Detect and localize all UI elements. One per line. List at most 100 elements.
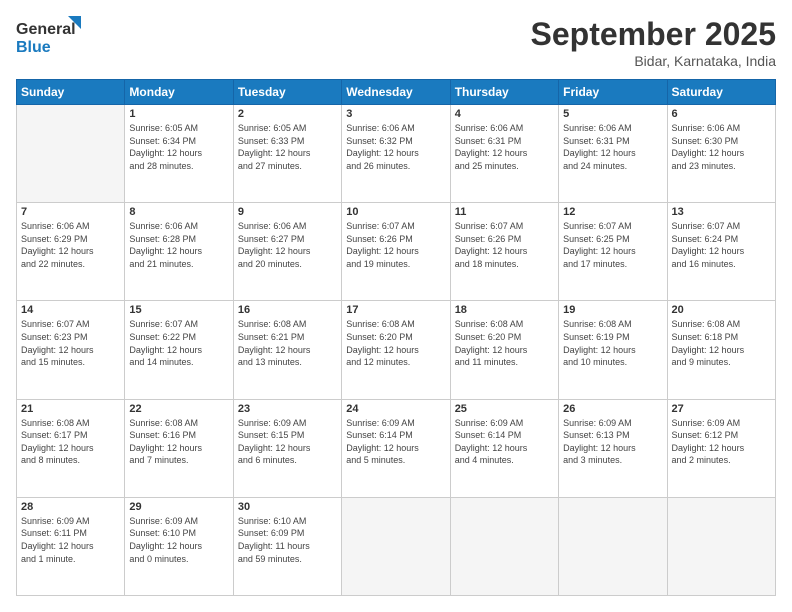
day-number: 1 [129,108,228,120]
day-info: Sunrise: 6:06 AM Sunset: 6:29 PM Dayligh… [21,220,120,270]
calendar-cell: 21 Sunrise: 6:08 AM Sunset: 6:17 PM Dayli… [17,399,125,497]
day-number: 15 [129,304,228,316]
day-info: Sunrise: 6:06 AM Sunset: 6:30 PM Dayligh… [672,122,771,172]
day-number: 20 [672,304,771,316]
calendar-cell [559,497,667,595]
weekday-header: Friday [559,80,667,105]
weekday-header: Monday [125,80,233,105]
calendar-cell: 25Sunrise: 6:09 AM Sunset: 6:14 PM Dayli… [450,399,558,497]
calendar-cell: 12Sunrise: 6:07 AM Sunset: 6:25 PM Dayli… [559,203,667,301]
day-info: Sunrise: 6:06 AM Sunset: 6:28 PM Dayligh… [129,220,228,270]
calendar-cell: 27Sunrise: 6:09 AM Sunset: 6:12 PM Dayli… [667,399,775,497]
day-info: Sunrise: 6:08 AM Sunset: 6:17 PM Dayligh… [21,417,120,467]
day-info: Sunrise: 6:06 AM Sunset: 6:32 PM Dayligh… [346,122,445,172]
calendar-header-row: SundayMondayTuesdayWednesdayThursdayFrid… [17,80,776,105]
day-number: 7 [21,206,120,218]
calendar-cell: 18 Sunrise: 6:08 AM Sunset: 6:20 PM Dayli… [450,301,558,399]
calendar-cell: 9 Sunrise: 6:06 AM Sunset: 6:27 PM Daylig… [233,203,341,301]
day-info: Sunrise: 6:06 AM Sunset: 6:31 PM Dayligh… [563,122,662,172]
day-number: 16 [238,304,337,316]
weekday-header: Thursday [450,80,558,105]
day-info: Sunrise: 6:08 AM Sunset: 6:20 PM Dayligh… [455,318,554,368]
day-info: Sunrise: 6:09 AM Sunset: 6:15 PM Dayligh… [238,417,337,467]
calendar-week-row: 28Sunrise: 6:09 AM Sunset: 6:11 PM Dayli… [17,497,776,595]
calendar-week-row: 21 Sunrise: 6:08 AM Sunset: 6:17 PM Dayli… [17,399,776,497]
day-info: Sunrise: 6:05 AM Sunset: 6:34 PM Dayligh… [129,122,228,172]
calendar-cell: 22 Sunrise: 6:08 AM Sunset: 6:16 PM Dayli… [125,399,233,497]
calendar-cell: 7 Sunrise: 6:06 AM Sunset: 6:29 PM Daylig… [17,203,125,301]
day-info: Sunrise: 6:08 AM Sunset: 6:19 PM Dayligh… [563,318,662,368]
title-block: September 2025 Bidar, Karnataka, India [531,16,776,69]
calendar-cell: 14 Sunrise: 6:07 AM Sunset: 6:23 PM Dayli… [17,301,125,399]
day-number: 21 [21,403,120,415]
day-number: 22 [129,403,228,415]
day-info: Sunrise: 6:06 AM Sunset: 6:27 PM Dayligh… [238,220,337,270]
calendar-cell [342,497,450,595]
day-number: 2 [238,108,337,120]
day-number: 13 [672,206,771,218]
day-number: 26 [563,403,662,415]
location: Bidar, Karnataka, India [531,53,776,69]
day-info: Sunrise: 6:05 AM Sunset: 6:33 PM Dayligh… [238,122,337,172]
day-number: 14 [21,304,120,316]
page: GeneralBlue September 2025 Bidar, Karnat… [0,0,792,612]
day-info: Sunrise: 6:08 AM Sunset: 6:20 PM Dayligh… [346,318,445,368]
day-number: 23 [238,403,337,415]
day-info: Sunrise: 6:08 AM Sunset: 6:16 PM Dayligh… [129,417,228,467]
day-number: 29 [129,501,228,513]
svg-text:General: General [16,21,76,38]
day-info: Sunrise: 6:09 AM Sunset: 6:10 PM Dayligh… [129,515,228,565]
day-info: Sunrise: 6:07 AM Sunset: 6:22 PM Dayligh… [129,318,228,368]
month-title: September 2025 [531,16,776,53]
calendar-week-row: 14 Sunrise: 6:07 AM Sunset: 6:23 PM Dayli… [17,301,776,399]
calendar-cell [17,105,125,203]
day-number: 10 [346,206,445,218]
day-number: 9 [238,206,337,218]
header: GeneralBlue September 2025 Bidar, Karnat… [16,16,776,69]
day-number: 18 [455,304,554,316]
day-number: 25 [455,403,554,415]
weekday-header: Sunday [17,80,125,105]
calendar-cell: 1 Sunrise: 6:05 AM Sunset: 6:34 PM Daylig… [125,105,233,203]
svg-text:Blue: Blue [16,39,51,56]
calendar-cell: 29 Sunrise: 6:09 AM Sunset: 6:10 PM Dayli… [125,497,233,595]
day-number: 11 [455,206,554,218]
calendar-cell [667,497,775,595]
day-number: 19 [563,304,662,316]
logo-svg: GeneralBlue [16,16,86,56]
calendar-week-row: 1 Sunrise: 6:05 AM Sunset: 6:34 PM Daylig… [17,105,776,203]
day-number: 27 [672,403,771,415]
logo: GeneralBlue [16,16,86,56]
day-info: Sunrise: 6:07 AM Sunset: 6:26 PM Dayligh… [455,220,554,270]
calendar-cell: 8 Sunrise: 6:06 AM Sunset: 6:28 PM Daylig… [125,203,233,301]
calendar-cell: 20 Sunrise: 6:08 AM Sunset: 6:18 PM Dayli… [667,301,775,399]
calendar-cell: 30Sunrise: 6:10 AM Sunset: 6:09 PM Dayli… [233,497,341,595]
calendar-cell: 15 Sunrise: 6:07 AM Sunset: 6:22 PM Dayli… [125,301,233,399]
day-info: Sunrise: 6:08 AM Sunset: 6:21 PM Dayligh… [238,318,337,368]
calendar-cell: 11 Sunrise: 6:07 AM Sunset: 6:26 PM Dayli… [450,203,558,301]
weekday-header: Wednesday [342,80,450,105]
calendar-week-row: 7 Sunrise: 6:06 AM Sunset: 6:29 PM Daylig… [17,203,776,301]
day-number: 6 [672,108,771,120]
calendar-table: SundayMondayTuesdayWednesdayThursdayFrid… [16,79,776,596]
calendar-cell: 16 Sunrise: 6:08 AM Sunset: 6:21 PM Dayli… [233,301,341,399]
day-info: Sunrise: 6:09 AM Sunset: 6:11 PM Dayligh… [21,515,120,565]
day-number: 17 [346,304,445,316]
day-info: Sunrise: 6:09 AM Sunset: 6:14 PM Dayligh… [346,417,445,467]
calendar-cell: 17 Sunrise: 6:08 AM Sunset: 6:20 PM Dayli… [342,301,450,399]
day-number: 8 [129,206,228,218]
calendar-cell: 2 Sunrise: 6:05 AM Sunset: 6:33 PM Daylig… [233,105,341,203]
calendar-cell: 3Sunrise: 6:06 AM Sunset: 6:32 PM Daylig… [342,105,450,203]
calendar-cell: 13 Sunrise: 6:07 AM Sunset: 6:24 PM Dayli… [667,203,775,301]
day-info: Sunrise: 6:07 AM Sunset: 6:24 PM Dayligh… [672,220,771,270]
day-info: Sunrise: 6:07 AM Sunset: 6:23 PM Dayligh… [21,318,120,368]
calendar-cell: 6 Sunrise: 6:06 AM Sunset: 6:30 PM Daylig… [667,105,775,203]
day-number: 12 [563,206,662,218]
calendar-cell: 26Sunrise: 6:09 AM Sunset: 6:13 PM Dayli… [559,399,667,497]
day-info: Sunrise: 6:07 AM Sunset: 6:26 PM Dayligh… [346,220,445,270]
day-info: Sunrise: 6:06 AM Sunset: 6:31 PM Dayligh… [455,122,554,172]
calendar-cell: 5 Sunrise: 6:06 AM Sunset: 6:31 PM Daylig… [559,105,667,203]
day-number: 5 [563,108,662,120]
weekday-header: Tuesday [233,80,341,105]
day-info: Sunrise: 6:08 AM Sunset: 6:18 PM Dayligh… [672,318,771,368]
